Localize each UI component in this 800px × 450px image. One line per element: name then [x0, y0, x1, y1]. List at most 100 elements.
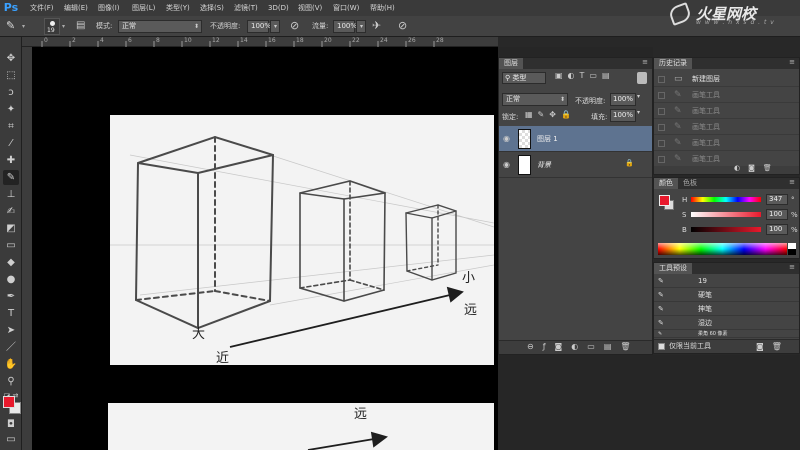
eye-icon[interactable]: ◉	[503, 134, 510, 143]
history-item[interactable]: ✎ 画笔工具	[654, 88, 799, 103]
tab-swatches[interactable]: 色板	[678, 178, 702, 189]
preset-item[interactable]: ✎ 湿边	[654, 316, 799, 330]
menu-edit[interactable]: 编辑(E)	[64, 0, 88, 16]
preset-item[interactable]: ✎ 抻笔	[654, 302, 799, 316]
brush-picker-dropdown-icon[interactable]: ▾	[62, 23, 65, 30]
lasso-tool-icon[interactable]: ↄ	[3, 85, 19, 100]
menu-file[interactable]: 文件(F)	[30, 0, 54, 16]
blur-tool-icon[interactable]: ◆	[3, 255, 19, 270]
color-panel-foreground-swatch[interactable]	[659, 195, 670, 206]
pressure-size-icon[interactable]: ⊘	[398, 19, 407, 32]
document-canvas[interactable]: 大 近 小 远	[110, 115, 494, 366]
pen-tool-icon[interactable]: ✒	[3, 289, 19, 304]
hue-input[interactable]: 347	[766, 194, 788, 205]
black-swatch[interactable]	[788, 249, 796, 255]
flow-input[interactable]: 100%	[333, 20, 357, 33]
gradient-tool-icon[interactable]: ▭	[3, 238, 19, 253]
brightness-input[interactable]: 100	[766, 224, 788, 235]
foreground-color-swatch[interactable]	[3, 396, 15, 408]
menu-type[interactable]: 类型(Y)	[166, 0, 190, 16]
panel-menu-icon[interactable]: ≡	[642, 58, 648, 66]
history-item[interactable]: ▭ 新建图层	[654, 72, 799, 87]
opacity-dropdown[interactable]: ▾	[270, 20, 280, 33]
panel-menu-icon[interactable]: ≡	[789, 178, 795, 186]
history-brush-tool-icon[interactable]: ✍	[3, 204, 19, 219]
blend-mode-select[interactable]: 正常 ⬍	[502, 93, 568, 106]
quick-selection-tool-icon[interactable]: ✦	[3, 102, 19, 117]
history-source-checkbox[interactable]	[658, 76, 665, 83]
history-source-checkbox[interactable]	[658, 140, 665, 147]
layer-filter-icons[interactable]: ▣◐T▭▤	[555, 71, 615, 80]
history-source-checkbox[interactable]	[658, 108, 665, 115]
filter-toggle[interactable]	[637, 72, 647, 84]
zoom-tool-icon[interactable]: ⚲	[3, 374, 19, 389]
saturation-slider[interactable]: S 100 %	[682, 209, 798, 221]
brush-picker[interactable]: 19	[44, 18, 60, 35]
menu-help[interactable]: 帮助(H)	[370, 0, 395, 16]
brightness-slider[interactable]: B 100 %	[682, 224, 798, 236]
menu-filter[interactable]: 滤镜(T)	[234, 0, 258, 16]
spot-healing-tool-icon[interactable]: ✚	[3, 153, 19, 168]
eraser-tool-icon[interactable]: ◩	[3, 221, 19, 236]
clone-stamp-tool-icon[interactable]: ⊥	[3, 187, 19, 202]
chevron-down-icon[interactable]: ▾	[637, 109, 640, 116]
layer-opacity-input[interactable]: 100%	[610, 93, 636, 106]
marquee-tool-icon[interactable]: ⬚	[3, 68, 19, 83]
hand-tool-icon[interactable]: ✋	[3, 357, 19, 372]
chevron-down-icon[interactable]: ▾	[637, 93, 640, 100]
brush-tool-icon[interactable]: ✎	[3, 170, 19, 185]
panel-menu-icon[interactable]: ≡	[789, 263, 795, 271]
move-tool-icon[interactable]: ✥	[3, 51, 19, 66]
dodge-tool-icon[interactable]: ●	[3, 272, 19, 287]
preset-item[interactable]: ✎ 柔角 60 像素	[654, 330, 799, 338]
presets-footer-icons[interactable]: ◙🗑	[756, 340, 790, 353]
quick-mask-icon[interactable]: ◘	[3, 417, 19, 432]
flow-dropdown[interactable]: ▾	[356, 20, 366, 33]
mode-select[interactable]: 正常 ⬍	[118, 20, 202, 33]
history-source-checkbox[interactable]	[658, 92, 665, 99]
menu-layer[interactable]: 图层(L)	[132, 0, 155, 16]
tab-layers[interactable]: 图层	[499, 58, 523, 69]
layers-footer-icons[interactable]: ⊖ƒ◙◐▭▤🗑	[527, 342, 640, 351]
history-item[interactable]: ✎ 画笔工具	[654, 136, 799, 151]
menu-3d[interactable]: 3D(D)	[268, 0, 289, 16]
menu-window[interactable]: 窗口(W)	[333, 0, 359, 16]
history-item[interactable]: ✎ 画笔工具	[654, 104, 799, 119]
color-ramp[interactable]	[658, 243, 787, 255]
tab-tool-presets[interactable]: 工具预设	[654, 263, 692, 274]
menu-view[interactable]: 视图(V)	[298, 0, 322, 16]
menu-select[interactable]: 选择(S)	[200, 0, 224, 16]
layer-filter-select[interactable]: ⚲ 类型	[502, 72, 546, 84]
history-footer-icons[interactable]: ◐◙🗑	[734, 164, 780, 172]
layer-row[interactable]: ◉ 图层 1	[499, 126, 652, 152]
menu-image[interactable]: 图像(I)	[98, 0, 120, 16]
tab-color[interactable]: 颜色	[654, 178, 678, 189]
saturation-gradient[interactable]	[691, 212, 761, 217]
preset-item[interactable]: ✎ 19	[654, 274, 799, 288]
history-source-checkbox[interactable]	[658, 124, 665, 131]
hue-gradient[interactable]	[691, 197, 761, 202]
tool-preset-dropdown-icon[interactable]: ▾	[22, 23, 25, 30]
brush-tool-icon[interactable]: ✎	[6, 19, 15, 32]
fill-input[interactable]: 100%	[610, 109, 636, 122]
lock-icons[interactable]: ▦✎✥🔒	[525, 110, 576, 119]
opacity-input[interactable]: 100%	[247, 20, 271, 33]
history-source-checkbox[interactable]	[658, 156, 665, 163]
brightness-gradient[interactable]	[691, 227, 761, 232]
panel-menu-icon[interactable]: ≡	[789, 58, 795, 66]
current-tool-only-checkbox[interactable]	[658, 343, 665, 350]
second-document-canvas[interactable]: 远	[108, 403, 494, 450]
hue-slider[interactable]: H 347 °	[682, 194, 798, 206]
airbrush-icon[interactable]: ✈	[372, 19, 381, 32]
history-item[interactable]: ✎ 画笔工具	[654, 120, 799, 135]
type-tool-icon[interactable]: T	[3, 306, 19, 321]
eyedropper-tool-icon[interactable]: ⁄	[3, 136, 19, 151]
preset-item[interactable]: ✎ 硬笔	[654, 288, 799, 302]
line-tool-icon[interactable]: ／	[3, 340, 19, 355]
path-selection-tool-icon[interactable]: ➤	[3, 323, 19, 338]
crop-tool-icon[interactable]: ⌗	[3, 119, 19, 134]
pressure-opacity-icon[interactable]: ⊘	[290, 19, 299, 32]
eye-icon[interactable]: ◉	[503, 160, 510, 169]
layer-row[interactable]: ◉ 背景 🔒	[499, 152, 652, 178]
brush-panel-toggle-icon[interactable]: ▤	[76, 20, 85, 31]
